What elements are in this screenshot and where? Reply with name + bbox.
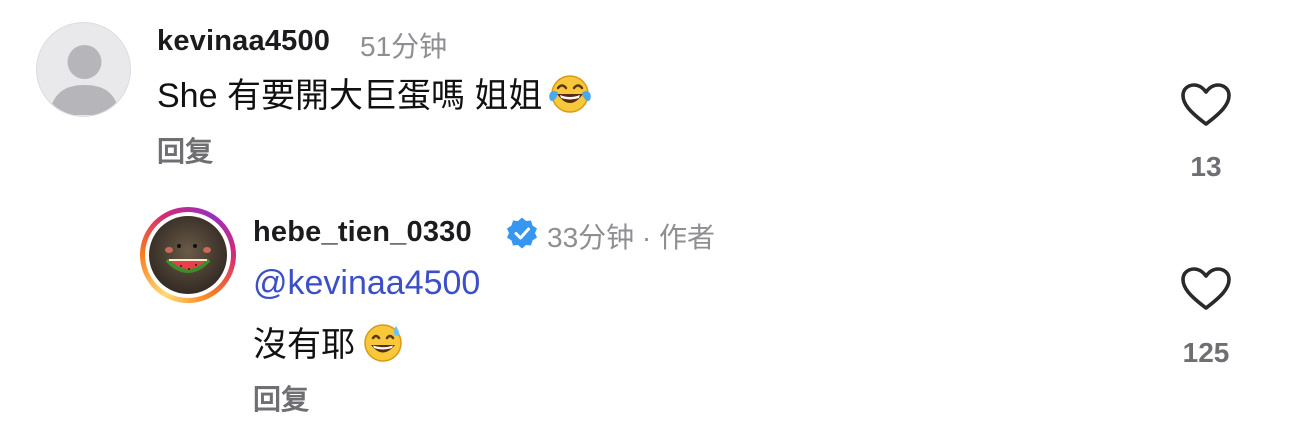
user-mention-link[interactable]: @kevinaa4500 — [253, 264, 480, 303]
comment-username[interactable]: hebe_tien_0330 — [253, 216, 472, 249]
comment-username[interactable]: kevinaa4500 — [157, 25, 330, 58]
reply-button[interactable]: 回复 — [253, 378, 309, 418]
comment-text: She 有要開大巨蛋嗎 姐姐 — [157, 68, 592, 117]
comment-text: 沒有耶 — [253, 317, 405, 366]
story-ring-avatar[interactable] — [140, 207, 236, 303]
comment-text-content: She 有要開大巨蛋嗎 姐姐 — [157, 77, 543, 115]
face-with-tears-of-joy-icon — [549, 74, 592, 113]
like-count: 125 — [1182, 337, 1230, 368]
like-count: 13 — [1190, 151, 1222, 182]
comment-text-content: 沒有耶 — [253, 326, 355, 364]
comments-thread: kevinaa4500 51分钟 She 有要開大巨蛋嗎 姐姐 回复 13 he… — [0, 0, 1290, 436]
heart-icon[interactable] — [1180, 82, 1232, 128]
heart-icon[interactable] — [1180, 266, 1232, 312]
grinning-face-with-sweat-icon — [364, 323, 402, 362]
comment-timestamp-author: 33分钟 · 作者 — [547, 222, 716, 253]
verified-badge-icon — [507, 217, 537, 249]
default-avatar[interactable] — [36, 22, 131, 117]
watermelon-avatar-image — [149, 216, 227, 294]
person-silhouette-icon — [49, 45, 120, 115]
reply-button[interactable]: 回复 — [157, 130, 213, 170]
comment-timestamp: 51分钟 — [360, 31, 448, 62]
